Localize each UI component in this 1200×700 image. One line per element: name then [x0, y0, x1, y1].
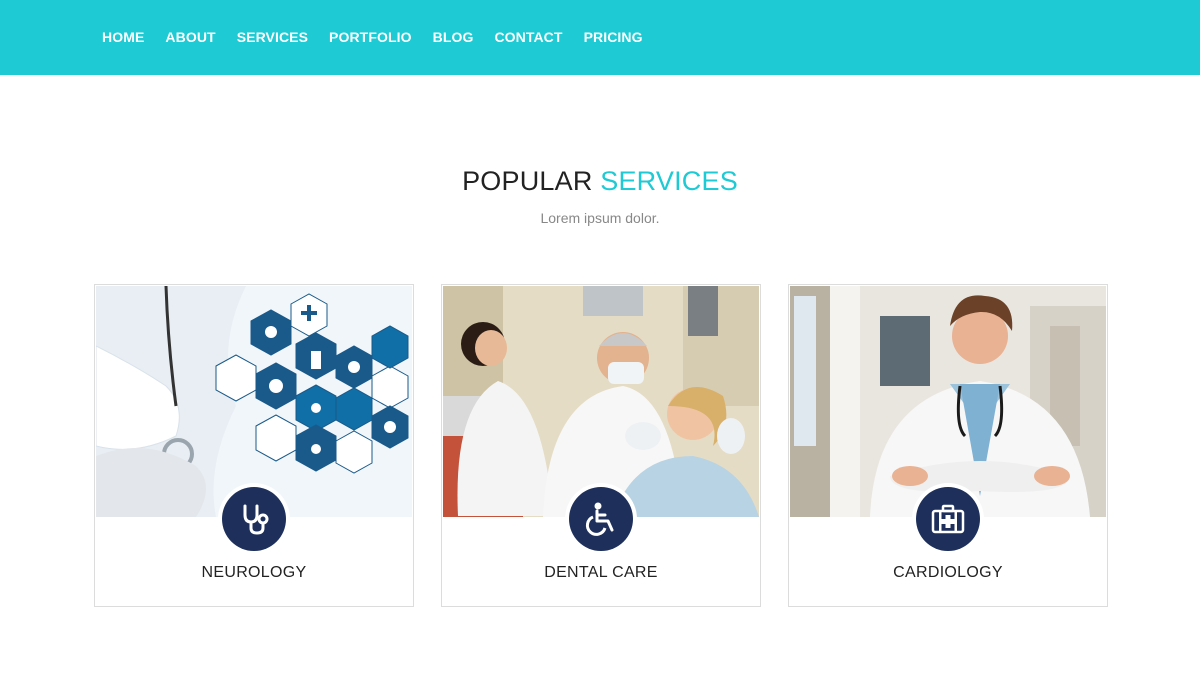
nav-item-home[interactable]: HOME [102, 29, 144, 46]
section-title-accent: SERVICES [600, 166, 738, 196]
card-title: NEUROLOGY [201, 564, 307, 581]
top-navbar: HOME ABOUT SERVICES PORTFOLIO BLOG CONTA… [0, 0, 1200, 75]
nav-item-contact[interactable]: CONTACT [494, 29, 562, 46]
service-icon-badge [912, 483, 984, 555]
nav-item-services[interactable]: SERVICES [237, 29, 308, 46]
service-icon-badge [218, 483, 290, 555]
nav-item-about[interactable]: ABOUT [165, 29, 215, 46]
section-subtitle: Lorem ipsum dolor. [540, 210, 660, 226]
service-card-neurology[interactable]: NEUROLOGY [94, 284, 414, 607]
nav-item-pricing[interactable]: PRICING [584, 29, 643, 46]
wheelchair-icon [569, 487, 633, 551]
nav-item-blog[interactable]: BLOG [433, 29, 474, 46]
service-icon-badge [565, 483, 637, 555]
section-title-main: POPULAR [462, 166, 593, 196]
stethoscope-icon [222, 487, 286, 551]
medical-kit-icon [916, 487, 980, 551]
card-title: DENTAL CARE [544, 564, 658, 581]
nav-item-portfolio[interactable]: PORTFOLIO [329, 29, 412, 46]
card-title: CARDIOLOGY [893, 564, 1003, 581]
nav-menu: HOME ABOUT SERVICES PORTFOLIO BLOG CONTA… [102, 29, 664, 46]
service-card-cardiology[interactable]: CARDIOLOGY [788, 284, 1108, 607]
service-card-dental-care[interactable]: DENTAL CARE [441, 284, 761, 607]
section-title: POPULAR SERVICES [0, 166, 1200, 197]
